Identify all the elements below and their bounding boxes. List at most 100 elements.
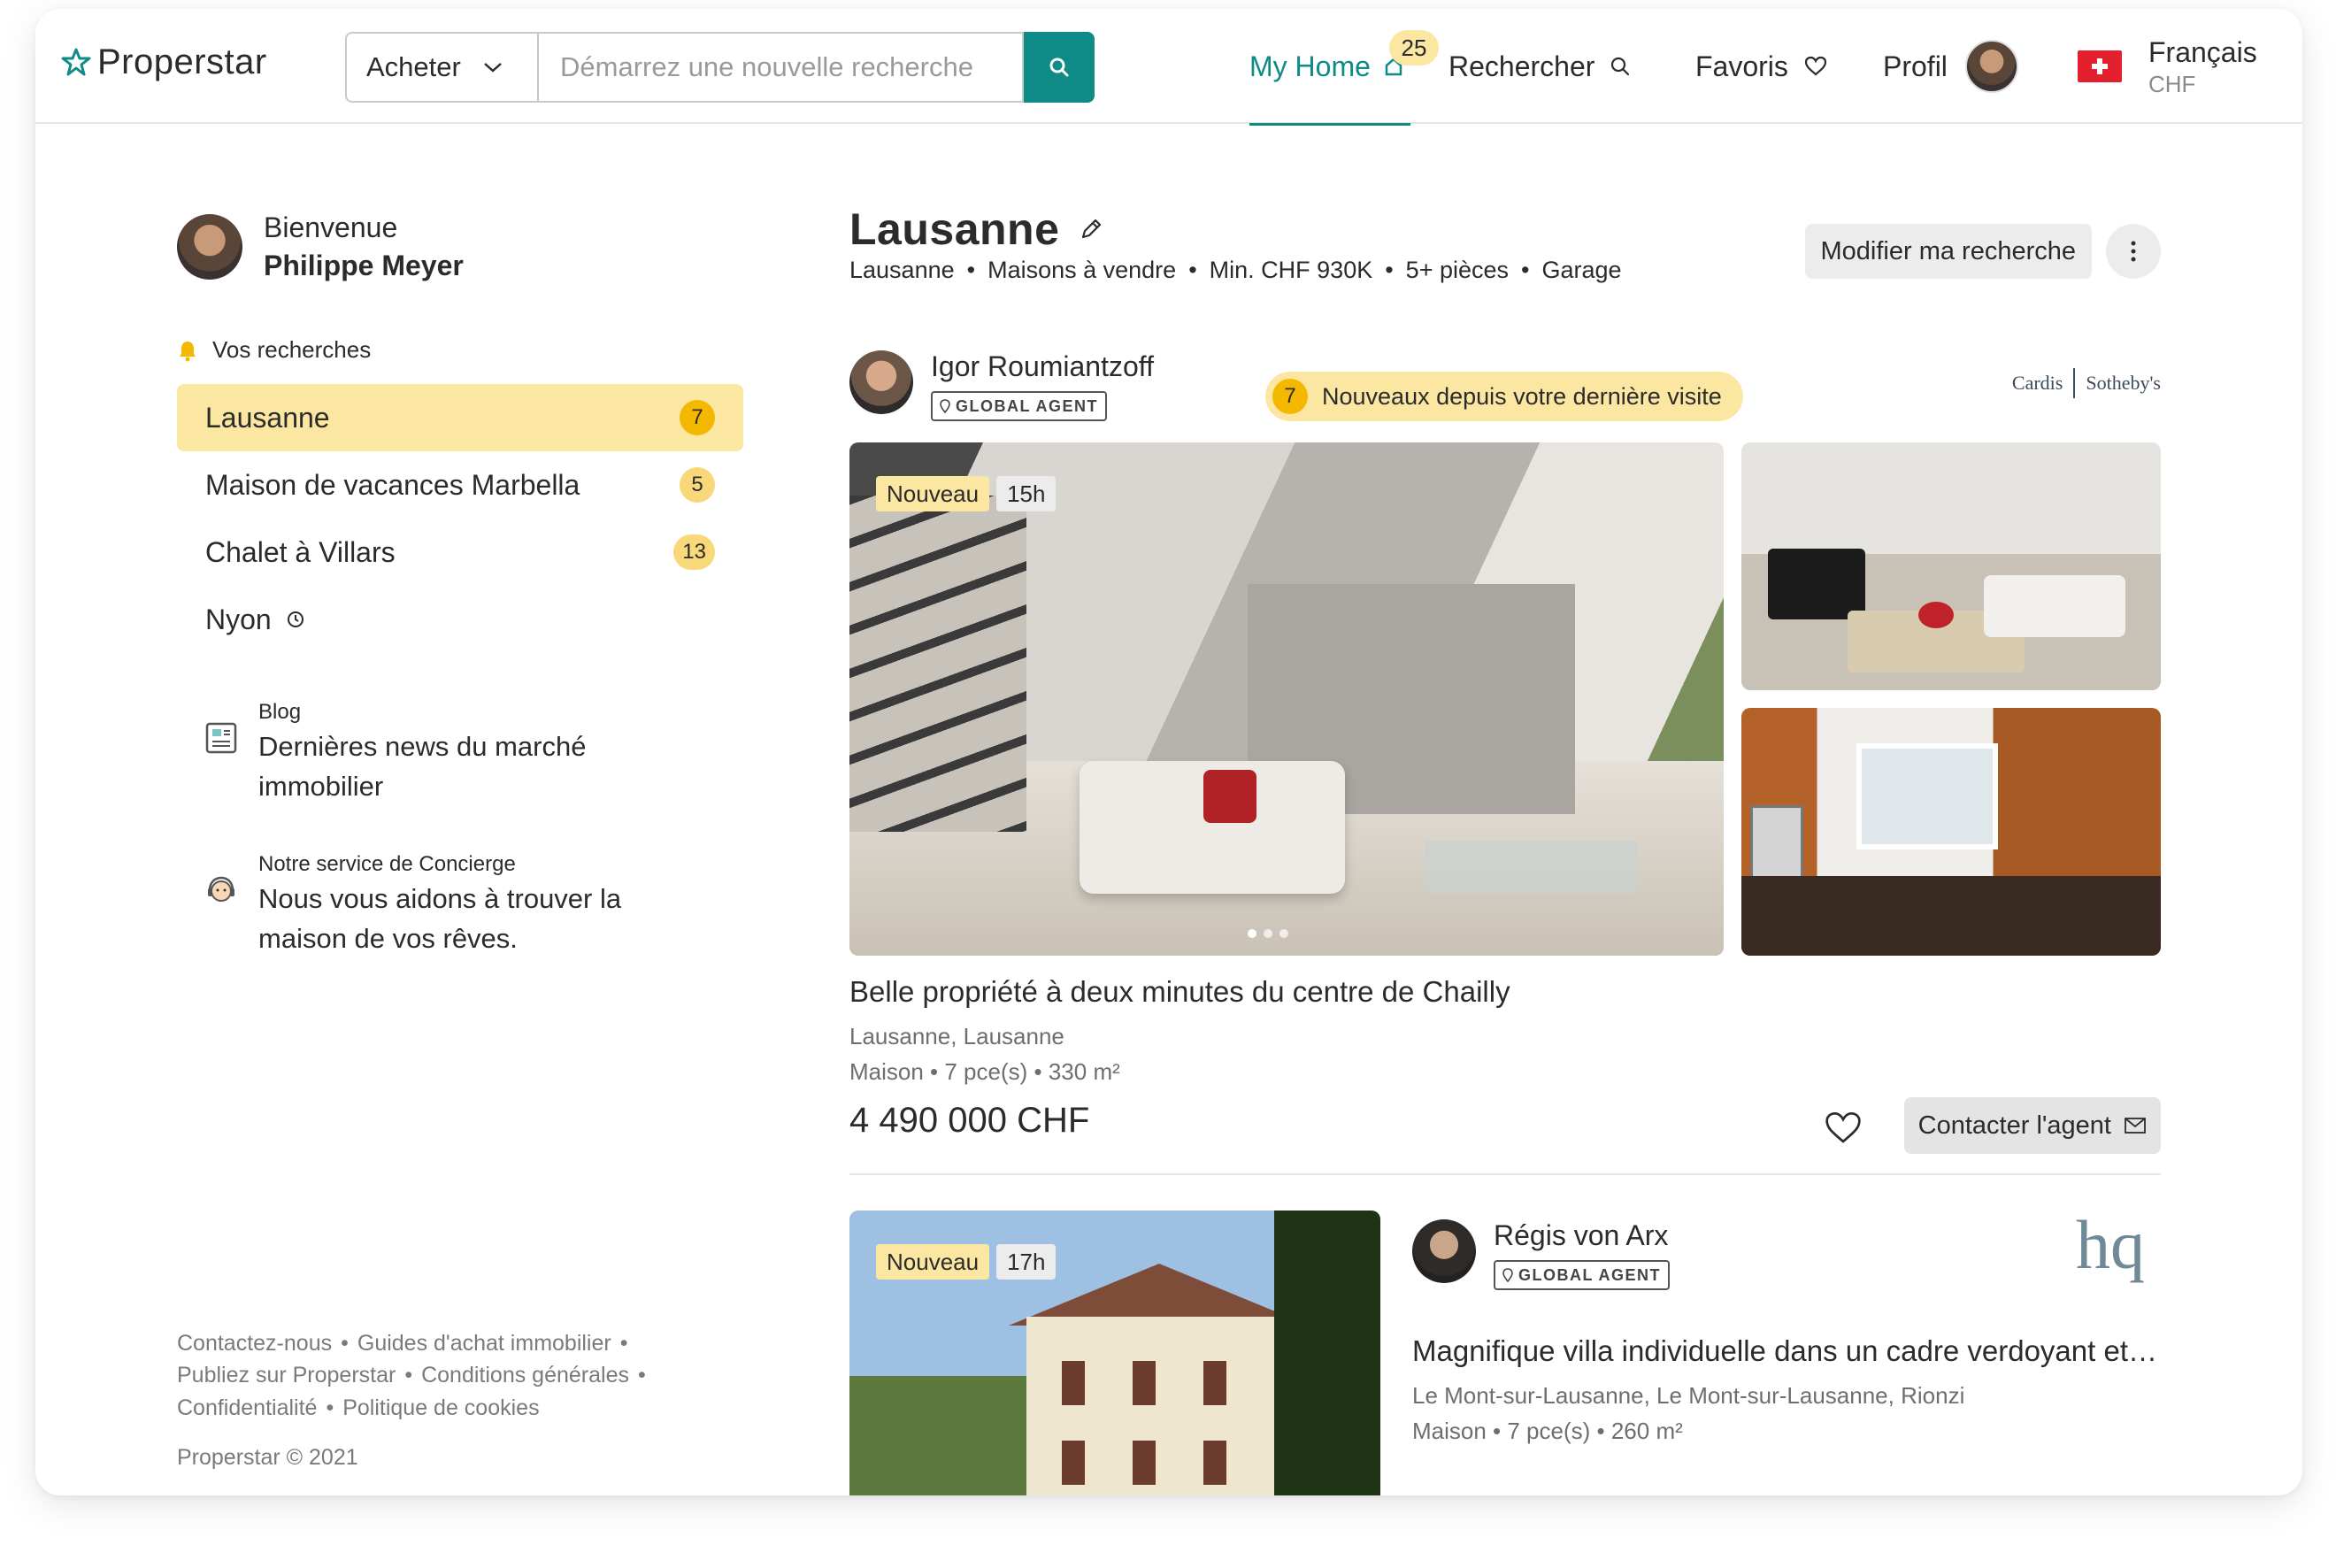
saved-search-item[interactable]: Chalet à Villars 13 bbox=[177, 519, 743, 586]
saved-search-label: Chalet à Villars bbox=[205, 535, 396, 568]
listing-title[interactable]: Magnifique villa individuelle dans un ca… bbox=[1412, 1334, 2161, 1368]
heart-icon bbox=[1804, 56, 1827, 76]
listing-price: 4 490 000 CHF bbox=[849, 1101, 1090, 1140]
pencil-icon[interactable] bbox=[1079, 217, 1103, 242]
concierge-promo[interactable]: Notre service de Concierge Nous vous aid… bbox=[204, 849, 665, 958]
saved-search-item[interactable]: Lausanne 7 bbox=[177, 384, 743, 451]
bell-icon bbox=[180, 341, 196, 361]
blog-title: Dernières news du marché immobilier bbox=[258, 730, 587, 802]
agency-logo-right: Sotheby's bbox=[2086, 372, 2161, 394]
search-title: Lausanne bbox=[849, 204, 1103, 255]
new-listings-text: Nouveaux depuis votre dernière visite bbox=[1322, 382, 1722, 410]
footer-link-publish[interactable]: Publiez sur Properstar bbox=[177, 1363, 396, 1387]
welcome-block: Bienvenue Philippe Meyer bbox=[177, 209, 464, 285]
saved-searches-heading: Vos recherches bbox=[177, 336, 371, 364]
properstar-logo[interactable]: Properstar bbox=[60, 42, 267, 82]
currency-label: CHF bbox=[2148, 70, 2196, 97]
saved-search-item[interactable]: Maison de vacances Marbella 5 bbox=[177, 451, 743, 519]
saved-searches-list: Lausanne 7 Maison de vacances Marbella 5… bbox=[177, 384, 743, 653]
saved-searches-title: Vos recherches bbox=[212, 336, 372, 363]
transaction-select[interactable]: Acheter bbox=[345, 32, 537, 103]
nav-my-home[interactable]: My Home 25 bbox=[1249, 9, 1439, 126]
envelope-icon bbox=[2125, 1118, 2146, 1134]
agent-name[interactable]: Régis von Arx bbox=[1494, 1219, 1668, 1252]
listing-tags: Nouveau 17h bbox=[876, 1244, 1057, 1280]
new-listings-pill: 7 Nouveaux depuis votre dernière visite bbox=[1265, 372, 1743, 421]
footer-link-contact[interactable]: Contactez-nous bbox=[177, 1331, 332, 1356]
new-tag: Nouveau bbox=[876, 476, 990, 511]
chevron-down-icon bbox=[484, 63, 502, 73]
blog-promo[interactable]: Blog Dernières news du marché immobilier bbox=[204, 697, 665, 806]
new-listings-count: 7 bbox=[1272, 379, 1308, 414]
footer-links: Contactez-nous • Guides d'achat immobilier… bbox=[177, 1331, 646, 1420]
contact-agent-label: Contacter l'agent bbox=[1917, 1111, 2111, 1140]
agency-logo: Cardis Sotheby's bbox=[2012, 368, 2161, 398]
search-submit-button[interactable] bbox=[1024, 32, 1095, 103]
listing-gallery[interactable]: Nouveau 15h bbox=[849, 442, 2161, 956]
agent-avatar[interactable] bbox=[849, 350, 913, 414]
top-header: Properstar Acheter My Home 25 Rechercher… bbox=[35, 9, 2302, 126]
concierge-kicker: Notre service de Concierge bbox=[258, 852, 516, 876]
modify-search-button[interactable]: Modifier ma recherche bbox=[1804, 224, 2092, 279]
footer-link-privacy[interactable]: Confidentialité bbox=[177, 1395, 317, 1420]
agency-logo: hq bbox=[2076, 1206, 2145, 1283]
criteria-min-price: Min. CHF 930K bbox=[1209, 257, 1373, 283]
saved-search-label: Maison de vacances Marbella bbox=[205, 468, 580, 501]
contact-agent-button[interactable]: Contacter l'agent bbox=[1903, 1097, 2161, 1154]
criteria-garage: Garage bbox=[1541, 257, 1622, 283]
nav-favorites-label: Favoris bbox=[1695, 50, 1788, 82]
search-criteria: Lausanne • Maisons à vendre • Min. CHF 930… bbox=[849, 257, 1622, 283]
logo-text: Properstar bbox=[97, 42, 267, 81]
carousel-dots[interactable] bbox=[1248, 929, 1288, 938]
swiss-flag-icon bbox=[2078, 50, 2122, 82]
sidebar-footer: Contactez-nous • Guides d'achat immobilier… bbox=[177, 1327, 743, 1473]
listing-photo-living[interactable] bbox=[1741, 442, 2161, 690]
favorite-button[interactable] bbox=[1823, 1108, 1863, 1149]
listing-location: Lausanne, Lausanne bbox=[849, 1023, 1064, 1049]
saved-search-label: Nyon bbox=[205, 603, 272, 635]
sidebar: Bienvenue Philippe Meyer Vos recherches … bbox=[177, 124, 779, 1495]
listing-photo-kitchen[interactable] bbox=[1741, 708, 2161, 956]
app-window: Properstar Acheter My Home 25 Rechercher… bbox=[35, 9, 2302, 1495]
footer-link-terms[interactable]: Conditions générales bbox=[421, 1363, 629, 1387]
headset-icon bbox=[208, 876, 234, 902]
global-agent-label: GLOBAL AGENT bbox=[956, 396, 1098, 415]
nav-favorites[interactable]: Favoris bbox=[1695, 9, 1827, 124]
listing-agent-row: Igor Roumiantzoff GLOBAL AGENT 7 Nouveau… bbox=[849, 350, 2161, 430]
criteria-type: Maisons à vendre bbox=[987, 257, 1177, 283]
global-agent-badge: GLOBAL AGENT bbox=[1494, 1260, 1670, 1290]
search-icon bbox=[1611, 57, 1630, 76]
listing-tags: Nouveau 15h bbox=[876, 476, 1057, 511]
search-input[interactable] bbox=[537, 32, 1024, 103]
listing-details: Maison • 7 pce(s) • 330 m² bbox=[849, 1058, 1120, 1085]
my-home-count-badge: 25 bbox=[1389, 30, 1439, 65]
history-icon bbox=[287, 611, 304, 627]
saved-search-count: 7 bbox=[680, 400, 715, 435]
saved-search-item[interactable]: Nyon bbox=[177, 586, 743, 653]
listing-card[interactable]: Nouveau 17h Régis von Arx GLOBAL AGENT h… bbox=[849, 1211, 2161, 1495]
agent-name[interactable]: Igor Roumiantzoff bbox=[931, 350, 1154, 383]
concierge-title: Nous vous aidons à trouver la maison de … bbox=[258, 882, 622, 954]
language-currency-selector[interactable]: Français CHF bbox=[2078, 9, 2257, 124]
map-pin-icon bbox=[1502, 1268, 1513, 1282]
footer-link-cookies[interactable]: Politique de cookies bbox=[342, 1395, 539, 1420]
listing-main-photo[interactable]: Nouveau 17h bbox=[849, 1211, 1380, 1495]
listing-main-photo[interactable]: Nouveau 15h bbox=[849, 442, 1724, 956]
nav-profile[interactable]: Profil bbox=[1883, 9, 2018, 124]
main-content: Lausanne Lausanne • Maisons à vendre • Min… bbox=[849, 124, 2161, 1495]
listing-details: Maison • 7 pce(s) • 260 m² bbox=[1412, 1418, 1683, 1444]
nav-profile-label: Profil bbox=[1883, 50, 1948, 82]
star-logo-icon bbox=[61, 48, 91, 75]
search-icon bbox=[1049, 58, 1069, 77]
newspaper-icon bbox=[205, 722, 237, 754]
more-options-button[interactable] bbox=[2106, 224, 2161, 279]
global-agent-label: GLOBAL AGENT bbox=[1518, 1265, 1661, 1284]
listing-title[interactable]: Belle propriété à deux minutes du centre… bbox=[849, 975, 1510, 1009]
agency-logo-left: Cardis bbox=[2011, 372, 2063, 394]
time-tag: 17h bbox=[996, 1244, 1057, 1280]
nav-search[interactable]: Rechercher bbox=[1448, 9, 1632, 124]
footer-link-guides[interactable]: Guides d'achat immobilier bbox=[357, 1331, 611, 1356]
agent-avatar[interactable] bbox=[1412, 1219, 1476, 1283]
map-pin-icon bbox=[940, 399, 950, 413]
user-name: Philippe Meyer bbox=[264, 250, 464, 282]
